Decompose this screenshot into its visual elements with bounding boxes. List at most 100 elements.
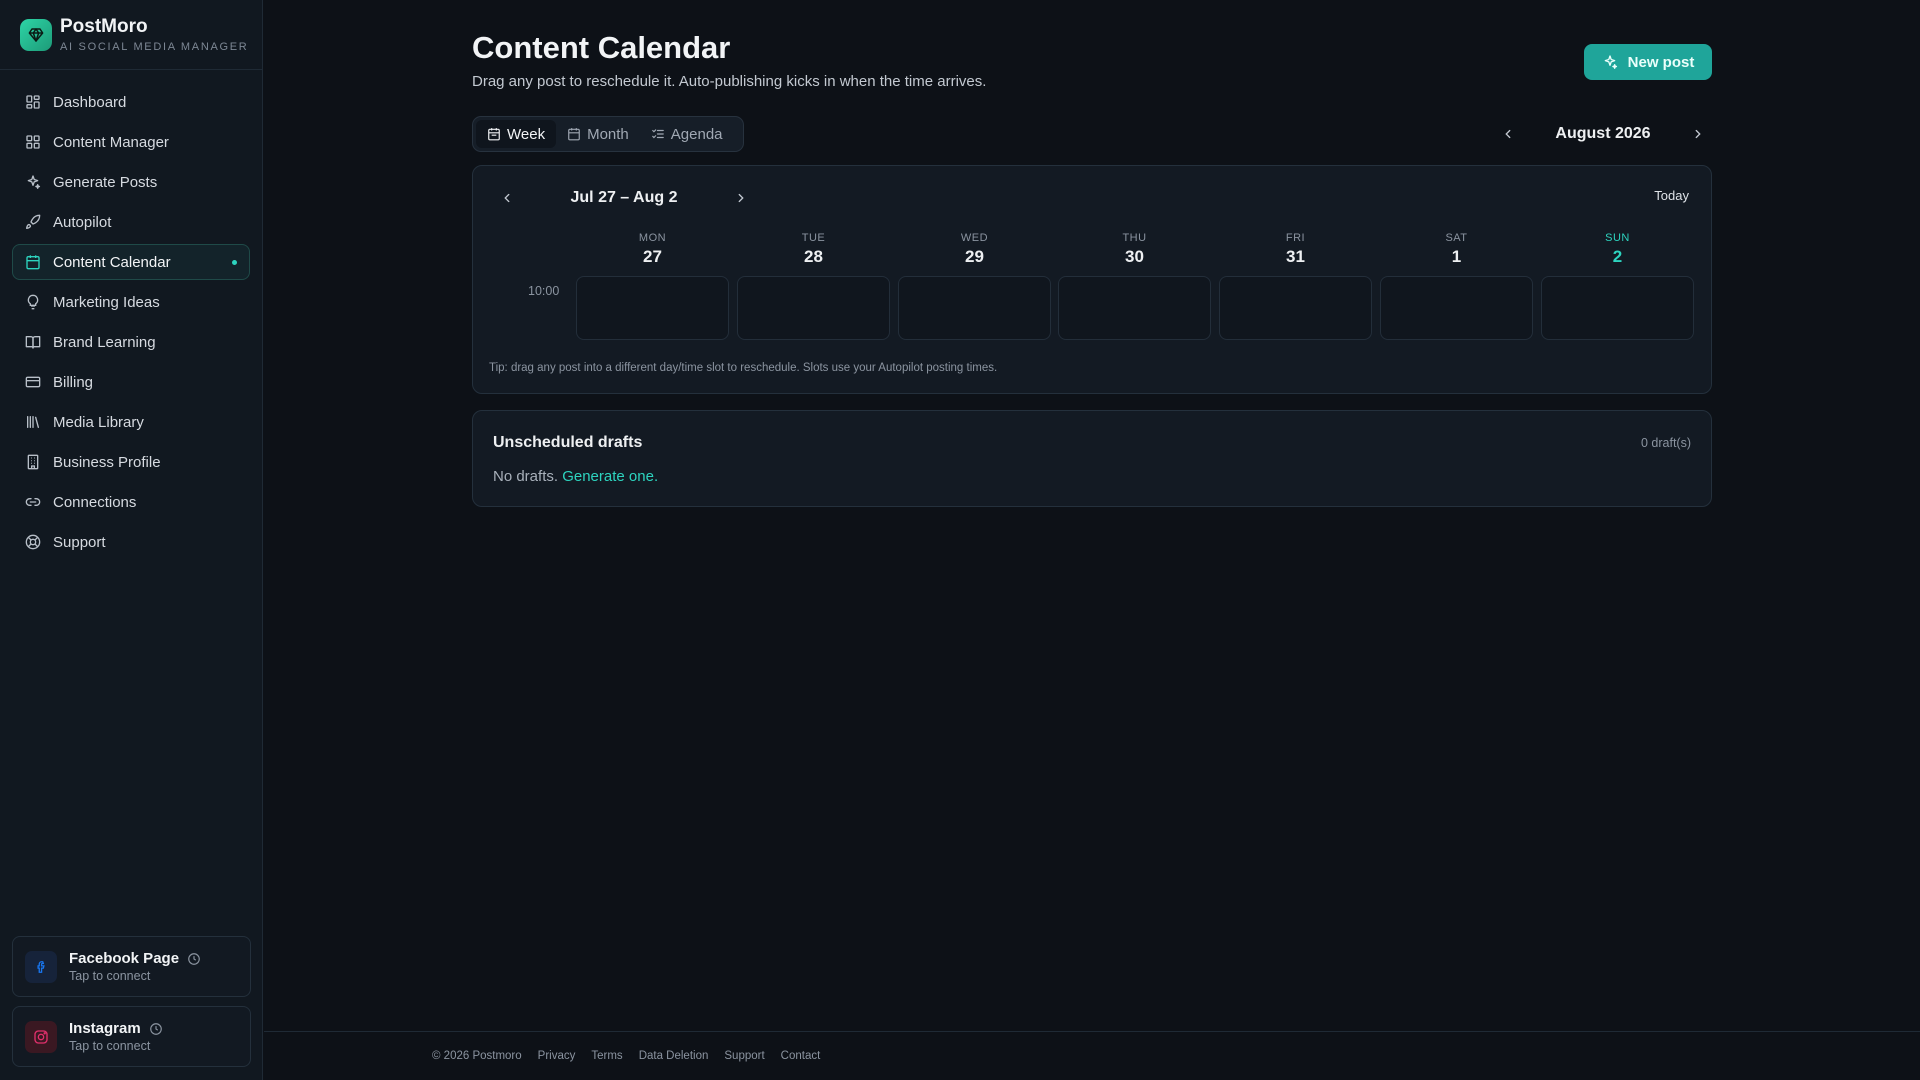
calendar-slot-tue[interactable] xyxy=(737,276,890,340)
calendar-icon xyxy=(568,128,580,141)
time-slot-label: 10:00 xyxy=(528,284,560,298)
today-button[interactable]: Today xyxy=(1654,188,1689,203)
footer-link-data-deletion[interactable]: Data Deletion xyxy=(639,1050,709,1062)
next-week-button[interactable] xyxy=(727,184,755,212)
calendar-slot-fri[interactable] xyxy=(1219,276,1372,340)
day-number: 29 xyxy=(965,247,984,266)
sidebar-item-label: Content Manager xyxy=(53,133,169,151)
day-number: 2 xyxy=(1612,247,1623,266)
sidebar-item-content-manager[interactable]: Content Manager xyxy=(12,124,250,160)
building-icon xyxy=(27,454,39,470)
week-calendar: Jul 27 – Aug 2 Today MON 27 TUE 28 WED 2… xyxy=(472,165,1712,394)
footer: © 2026 Postmoro Privacy Terms Data Delet… xyxy=(264,1031,1920,1080)
calendar-slot-sat[interactable] xyxy=(1380,276,1533,340)
calendar-slot-sun[interactable] xyxy=(1541,276,1694,340)
brand[interactable]: PostMoro AI SOCIAL MEDIA MANAGER xyxy=(0,0,262,70)
day-name: FRI xyxy=(1285,232,1306,244)
sidebar: PostMoro AI SOCIAL MEDIA MANAGER Dashboa… xyxy=(0,0,263,1080)
sidebar-item-label: Media Library xyxy=(53,413,144,431)
sidebar-item-label: Content Calendar xyxy=(53,253,171,271)
sparkles-icon xyxy=(27,175,41,189)
library-icon xyxy=(27,416,39,428)
generate-one-link[interactable]: Generate one. xyxy=(562,468,658,485)
new-post-button[interactable]: New post xyxy=(1584,44,1712,80)
sidebar-item-marketing-ideas[interactable]: Marketing Ideas xyxy=(12,284,250,320)
view-switcher: Week Month Agenda xyxy=(472,116,744,152)
footer-link-terms[interactable]: Terms xyxy=(591,1050,622,1062)
active-indicator-dot xyxy=(232,260,237,265)
sidebar-item-label: Connections xyxy=(53,493,137,511)
sidebar-item-label: Generate Posts xyxy=(53,173,158,191)
day-number: 1 xyxy=(1451,247,1462,266)
day-header-sat: SAT 1 xyxy=(1380,232,1533,267)
sidebar-item-label: Brand Learning xyxy=(53,333,156,351)
next-month-button[interactable] xyxy=(1684,120,1712,148)
brand-tagline: AI SOCIAL MEDIA MANAGER xyxy=(60,40,249,53)
day-header-wed: WED 29 xyxy=(898,232,1051,267)
sidebar-item-dashboard[interactable]: Dashboard xyxy=(12,84,250,120)
chevron-left-icon xyxy=(1505,129,1511,139)
calendar-tip: Tip: drag any post into a different day/… xyxy=(489,362,998,374)
instagram-connect-card[interactable]: Instagram Tap to connect xyxy=(12,1006,251,1067)
rocket-icon xyxy=(26,214,41,229)
connection-title: Instagram xyxy=(69,1020,141,1037)
sidebar-item-media-library[interactable]: Media Library xyxy=(12,404,250,440)
footer-copyright: © 2026 Postmoro xyxy=(432,1050,522,1062)
day-header-tue: TUE 28 xyxy=(737,232,890,267)
day-name: WED xyxy=(960,232,989,244)
tab-month[interactable]: Month xyxy=(556,120,640,148)
month-label: August 2026 xyxy=(1555,125,1651,142)
calendar-slot-mon[interactable] xyxy=(576,276,729,340)
drafts-empty-text: No drafts. xyxy=(493,468,559,485)
sidebar-item-billing[interactable]: Billing xyxy=(12,364,250,400)
sidebar-item-support[interactable]: Support xyxy=(12,524,250,560)
sidebar-item-connections[interactable]: Connections xyxy=(12,484,250,520)
tab-label: Agenda xyxy=(670,125,723,143)
sidebar-item-business-profile[interactable]: Business Profile xyxy=(12,444,250,480)
sidebar-item-generate-posts[interactable]: Generate Posts xyxy=(12,164,250,200)
day-number: 27 xyxy=(643,247,662,266)
sidebar-item-label: Dashboard xyxy=(53,93,127,111)
footer-link-contact[interactable]: Contact xyxy=(781,1050,821,1062)
list-checks-icon xyxy=(651,129,664,139)
day-header-fri: FRI 31 xyxy=(1219,232,1372,267)
day-number: 28 xyxy=(804,247,823,266)
chevron-right-icon xyxy=(1695,129,1701,139)
sidebar-nav: Dashboard Content Manager Generate Posts… xyxy=(0,70,262,560)
chevron-right-icon xyxy=(738,193,744,203)
unscheduled-drafts: Unscheduled drafts 0 draft(s) No drafts.… xyxy=(472,410,1712,507)
tab-week[interactable]: Week xyxy=(476,120,557,148)
book-icon xyxy=(25,336,41,349)
day-number: 31 xyxy=(1286,247,1305,266)
link-icon xyxy=(25,498,41,506)
day-name: SUN xyxy=(1605,232,1630,244)
facebook-icon xyxy=(25,950,57,983)
main-content: Content Calendar Drag any post to resche… xyxy=(264,0,1920,1080)
page-subtitle: Drag any post to reschedule it. Auto-pub… xyxy=(472,73,987,90)
prev-week-button[interactable] xyxy=(493,184,521,212)
calendar-slot-thu[interactable] xyxy=(1058,276,1211,340)
sidebar-item-brand-learning[interactable]: Brand Learning xyxy=(12,324,250,360)
sidebar-item-autopilot[interactable]: Autopilot xyxy=(12,204,250,240)
clock-icon xyxy=(188,952,200,965)
footer-link-support[interactable]: Support xyxy=(724,1050,764,1062)
facebook-connect-card[interactable]: Facebook Page Tap to connect xyxy=(12,936,251,997)
footer-link-privacy[interactable]: Privacy xyxy=(538,1050,576,1062)
sidebar-item-label: Business Profile xyxy=(53,453,161,471)
sidebar-item-label: Autopilot xyxy=(53,213,112,231)
new-post-label: New post xyxy=(1627,53,1695,71)
calendar-slot-wed[interactable] xyxy=(898,276,1051,340)
tab-agenda[interactable]: Agenda xyxy=(640,120,734,148)
day-name: TUE xyxy=(801,232,826,244)
prev-month-button[interactable] xyxy=(1494,120,1522,148)
month-navigator: August 2026 xyxy=(1494,116,1712,152)
grid-icon xyxy=(26,95,40,109)
credit-card-icon xyxy=(25,376,41,388)
sidebar-item-content-calendar[interactable]: Content Calendar xyxy=(12,244,250,280)
calendar-icon xyxy=(26,255,40,270)
drafts-count: 0 draft(s) xyxy=(1640,436,1691,450)
grid-icon xyxy=(26,135,40,149)
week-navigator: Jul 27 – Aug 2 xyxy=(493,184,755,212)
connection-subtitle: Tap to connect xyxy=(69,1039,151,1053)
sparkles-icon xyxy=(1604,55,1617,69)
